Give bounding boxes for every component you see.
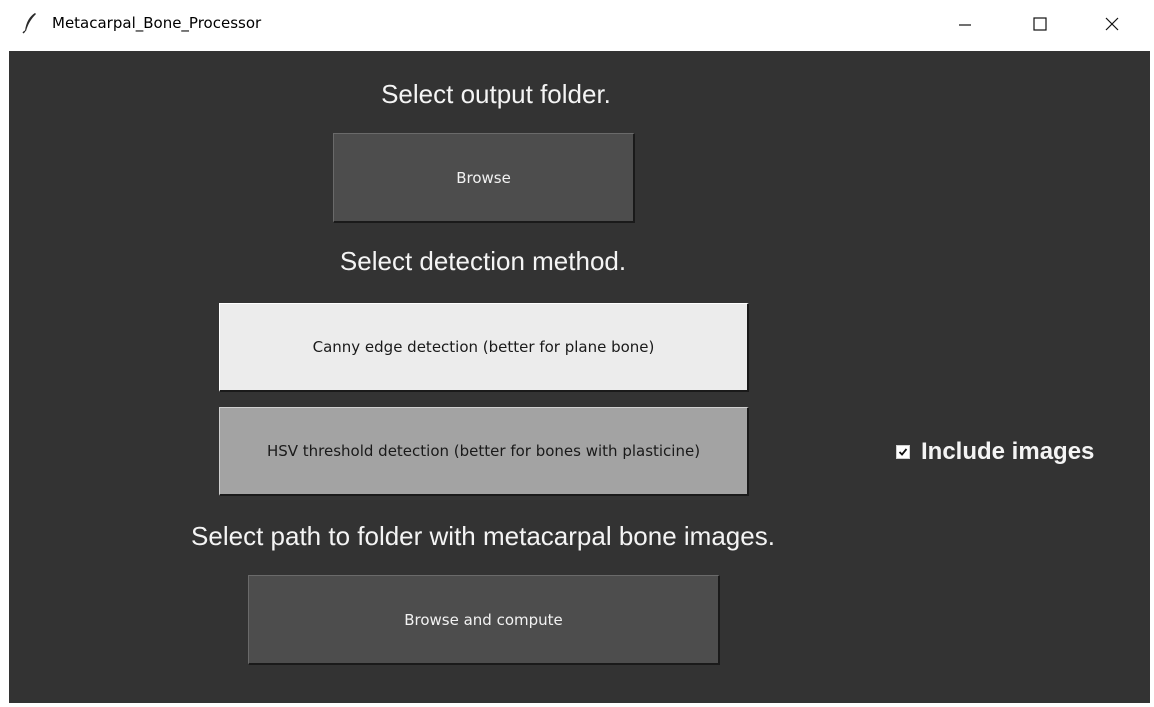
feather-icon xyxy=(22,12,38,34)
maximize-button[interactable] xyxy=(1008,0,1072,48)
app-window: Metacarpal_Bone_Processor Select output … xyxy=(0,0,1154,707)
detection-method-label: Select detection method. xyxy=(339,246,627,276)
include-images-label: Include images xyxy=(921,438,1095,465)
browse-output-button[interactable]: Browse xyxy=(333,133,635,223)
hsv-detection-button[interactable]: HSV threshold detection (better for bone… xyxy=(219,407,749,496)
include-images-checkbox[interactable]: Include images xyxy=(896,437,1094,467)
minimize-icon xyxy=(958,17,972,31)
browse-and-compute-button[interactable]: Browse and compute xyxy=(248,575,720,665)
close-button[interactable] xyxy=(1080,0,1144,48)
output-folder-label: Select output folder. xyxy=(381,79,611,109)
checkbox-checked-icon[interactable] xyxy=(896,445,910,459)
maximize-icon xyxy=(1033,17,1047,31)
title-bar[interactable]: Metacarpal_Bone_Processor xyxy=(0,0,1154,48)
input-folder-label: Select path to folder with metacarpal bo… xyxy=(191,521,775,551)
window-title: Metacarpal_Bone_Processor xyxy=(52,14,262,32)
main-panel: Select output folder. Browse Select dete… xyxy=(9,51,1150,703)
close-icon xyxy=(1105,17,1119,31)
minimize-button[interactable] xyxy=(933,0,997,48)
canny-detection-button[interactable]: Canny edge detection (better for plane b… xyxy=(219,303,749,392)
